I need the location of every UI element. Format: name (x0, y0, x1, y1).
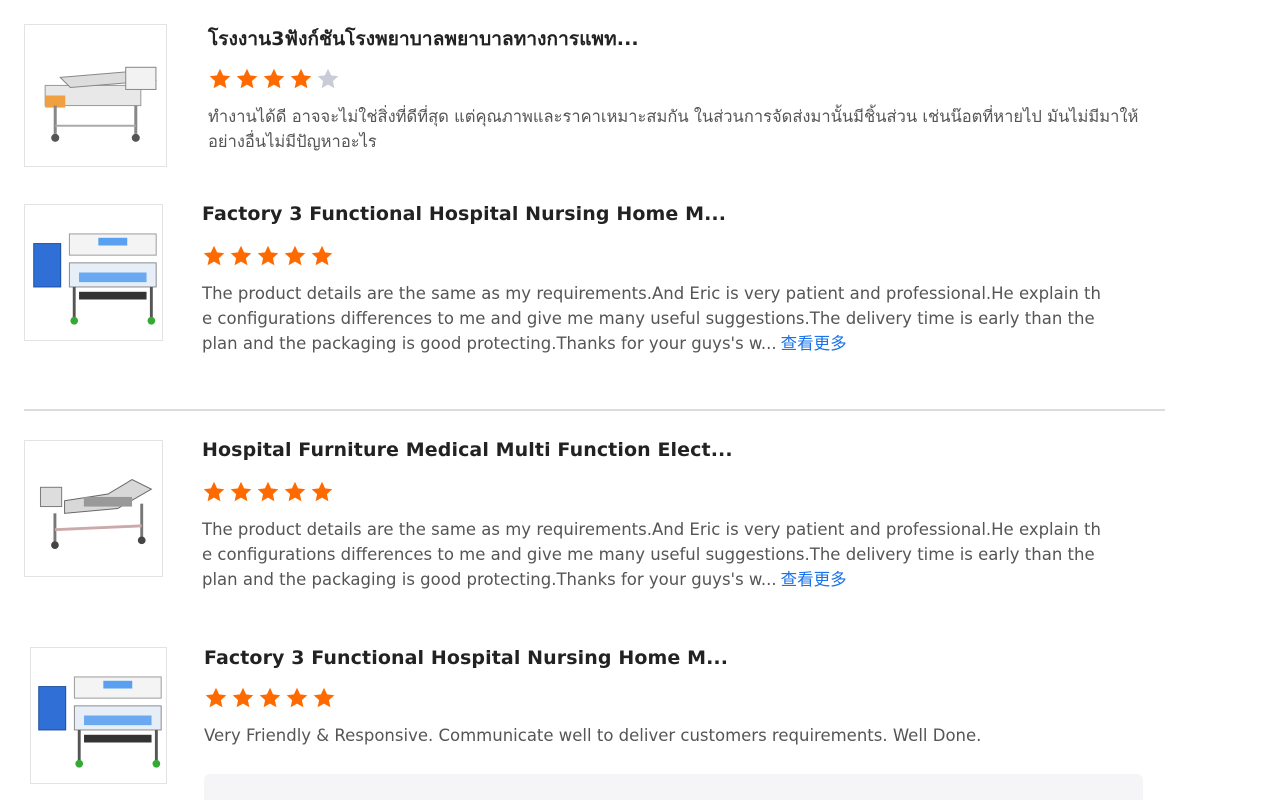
star-filled-icon (283, 244, 307, 268)
product-thumbnail[interactable] (24, 24, 167, 167)
star-filled-icon (231, 686, 255, 710)
rating-stars (208, 67, 340, 91)
see-more-link[interactable]: 查看更多 (781, 570, 847, 589)
rating-stars (204, 686, 336, 710)
review-product-title[interactable]: Factory 3 Functional Hospital Nursing Ho… (204, 647, 728, 669)
review-product-title[interactable]: Factory 3 Functional Hospital Nursing Ho… (202, 203, 726, 225)
star-filled-icon (204, 686, 228, 710)
review-text: The product details are the same as my r… (202, 281, 1102, 356)
hospital-bed-blue-icon (26, 205, 161, 340)
star-filled-icon (229, 480, 253, 504)
star-filled-icon (208, 67, 232, 91)
hospital-bed-blue-icon (31, 648, 166, 783)
star-filled-icon (312, 686, 336, 710)
star-filled-icon (283, 480, 307, 504)
section-divider (24, 409, 1165, 411)
review-text-content: ทำงานได้ดี อาจจะไม่ใช่สิ่งที่ดีที่สุด แต… (208, 107, 1139, 151)
star-empty-icon (316, 67, 340, 91)
review-text: ทำงานได้ดี อาจจะไม่ใช่สิ่งที่ดีที่สุด แต… (208, 104, 1158, 154)
hospital-bed-beige-icon (25, 25, 166, 166)
star-filled-icon (229, 244, 253, 268)
rating-stars (202, 244, 334, 268)
review-text-content: Very Friendly & Responsive. Communicate … (204, 726, 982, 745)
rating-stars (202, 480, 334, 504)
star-filled-icon (285, 686, 309, 710)
star-filled-icon (235, 67, 259, 91)
star-filled-icon (258, 686, 282, 710)
review-text-content: The product details are the same as my r… (202, 284, 1101, 353)
star-filled-icon (256, 244, 280, 268)
product-thumbnail[interactable] (24, 204, 163, 341)
star-filled-icon (256, 480, 280, 504)
hospital-bed-electric-icon (26, 441, 161, 576)
product-thumbnail[interactable] (24, 440, 163, 577)
review-product-title[interactable]: Hospital Furniture Medical Multi Functio… (202, 439, 733, 461)
star-filled-icon (310, 244, 334, 268)
reply-box (204, 774, 1143, 800)
see-more-link[interactable]: 查看更多 (781, 334, 847, 353)
star-filled-icon (202, 244, 226, 268)
review-text-content: The product details are the same as my r… (202, 520, 1101, 589)
star-filled-icon (262, 67, 286, 91)
product-thumbnail[interactable] (30, 647, 167, 784)
review-text: Very Friendly & Responsive. Communicate … (204, 723, 1154, 748)
star-filled-icon (202, 480, 226, 504)
review-product-title[interactable]: โรงงาน3ฟังก์ชันโรงพยาบาลพยาบาลทางการแพท.… (208, 24, 639, 54)
review-text: The product details are the same as my r… (202, 517, 1102, 592)
star-filled-icon (310, 480, 334, 504)
star-filled-icon (289, 67, 313, 91)
